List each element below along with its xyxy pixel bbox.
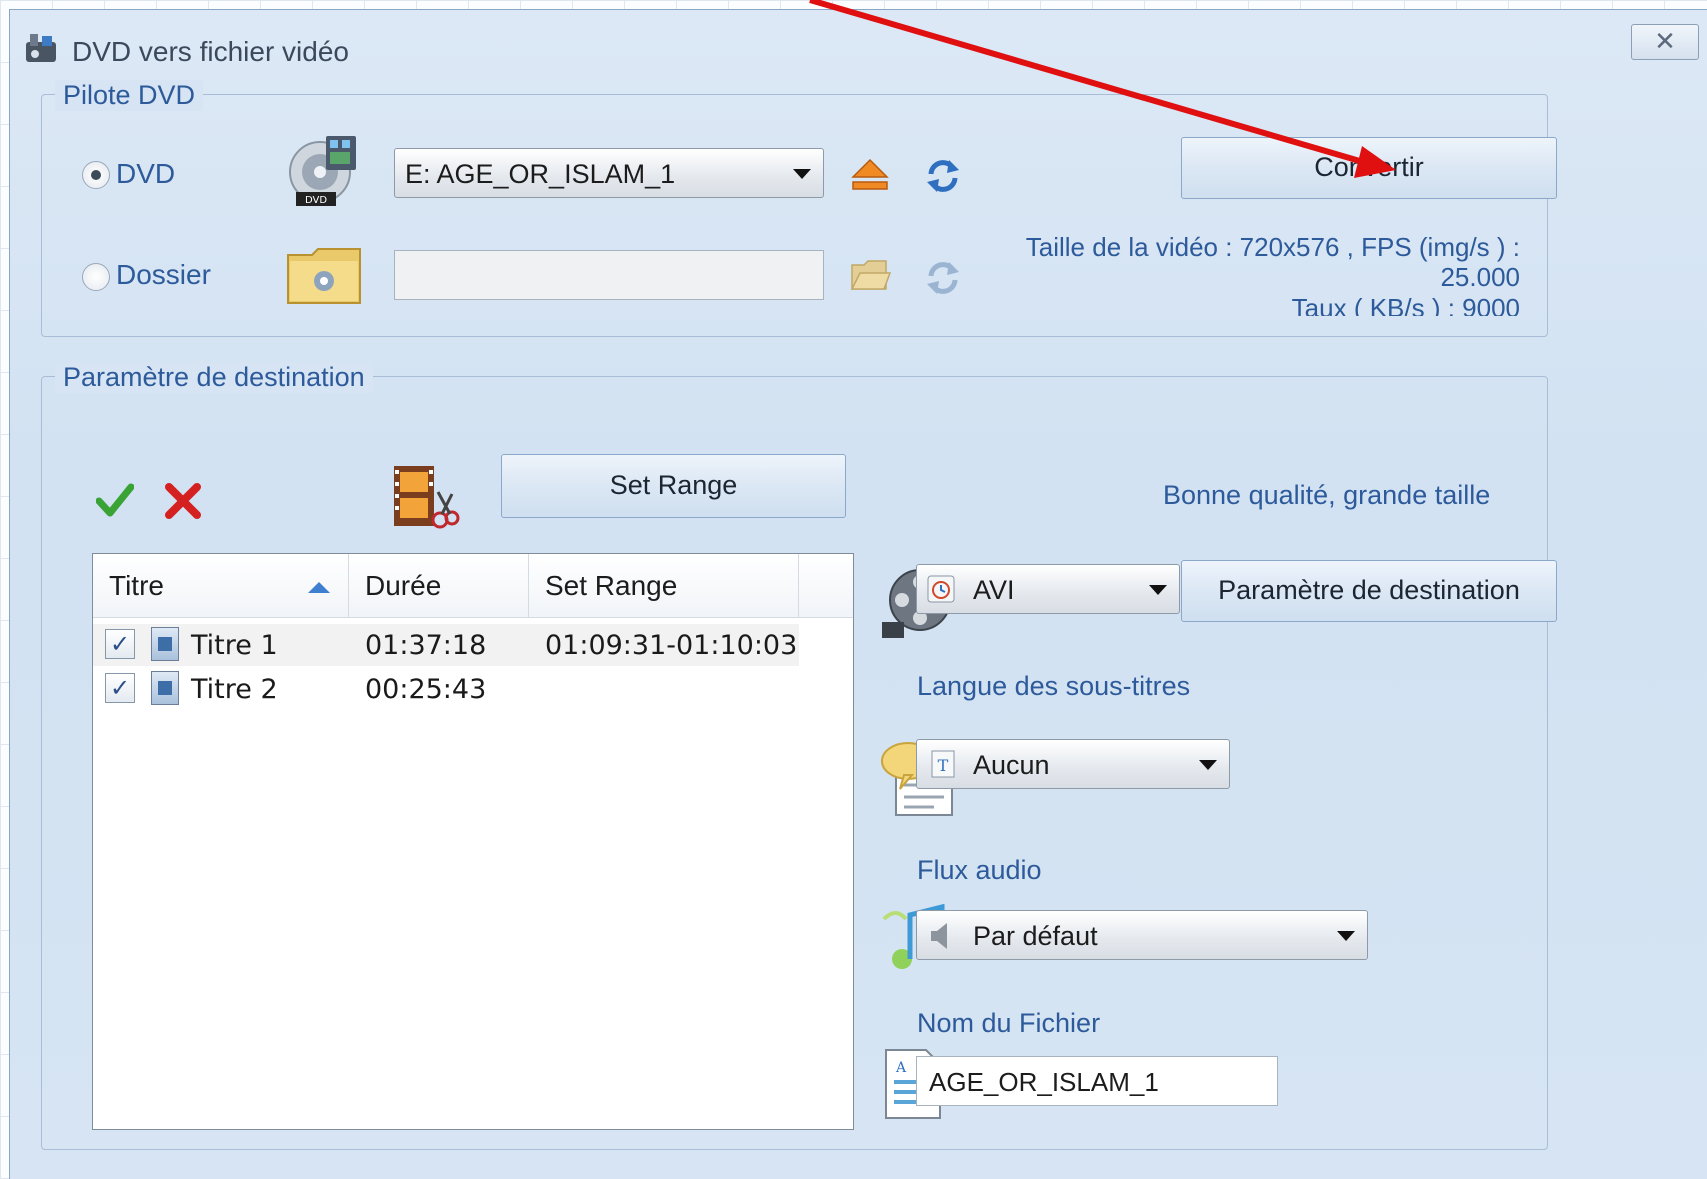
annotation-arrow (809, 0, 1396, 178)
